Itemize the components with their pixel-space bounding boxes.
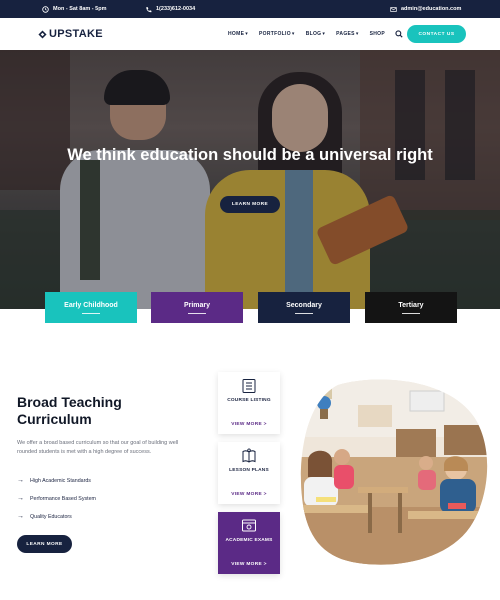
hero-learn-more-button[interactable]: LEARN MORE	[220, 196, 280, 213]
feature-item: → Performance Based System	[17, 495, 96, 502]
feature-item: → Quality Educators	[17, 513, 72, 520]
phone-text[interactable]: 1(233)612-0034	[156, 6, 195, 12]
nav-item-blog[interactable]: BLOG ▾	[306, 31, 325, 37]
chevron-down-icon: ▾	[322, 31, 326, 37]
main-nav: HOME ▾ PORTFOLIO ▾ BLOG ▾ PAGES ▾ SHOP	[228, 18, 385, 50]
section-title: Broad Teaching Curriculum	[17, 394, 122, 427]
list-icon	[242, 379, 256, 393]
arrow-right-icon: →	[17, 477, 24, 484]
hero-banner: We think education should be a universal…	[0, 50, 500, 309]
top-info-bar: Mon - Sat 8am - 5pm 1(233)612-0034 admin…	[0, 0, 500, 18]
category-secondary[interactable]: Secondary	[258, 292, 350, 323]
arrow-right-icon: →	[17, 495, 24, 502]
nav-item-pages[interactable]: PAGES ▾	[336, 31, 358, 37]
logo-text: UPSTAKE	[49, 28, 103, 40]
phone-icon	[146, 6, 152, 12]
email-info[interactable]: admin@education.com	[390, 0, 461, 18]
clock-icon	[42, 5, 49, 13]
card-course-listing[interactable]: COURSE LISTING VIEW MORE >	[218, 372, 280, 434]
card-label: COURSE LISTING	[227, 398, 271, 403]
hours-info: Mon - Sat 8am - 5pm	[42, 0, 106, 18]
book-icon	[242, 448, 256, 463]
hero-title: We think education should be a universal…	[67, 146, 433, 164]
site-header: UPSTAKE HOME ▾ PORTFOLIO ▾ BLOG ▾ PAGES ▾ SH…	[0, 18, 500, 50]
nav-item-home[interactable]: HOME ▾	[228, 31, 248, 37]
chevron-down-icon: ▾	[291, 31, 295, 37]
card-lesson-plans[interactable]: LESSON PLANS VIEW MORE >	[218, 442, 280, 504]
site-logo[interactable]: UPSTAKE	[38, 28, 103, 40]
envelope-icon	[390, 6, 397, 12]
card-academic-exams[interactable]: ACADEMIC EXAMS VIEW MORE >	[218, 512, 280, 574]
category-tertiary[interactable]: Tertiary	[365, 292, 457, 323]
category-primary[interactable]: Primary	[151, 292, 243, 323]
nav-item-portfolio[interactable]: PORTFOLIO ▾	[259, 31, 295, 37]
email-text[interactable]: admin@education.com	[401, 6, 461, 12]
view-more-link[interactable]: VIEW MORE >	[231, 562, 266, 567]
phone-info[interactable]: 1(233)612-0034	[145, 0, 195, 18]
contact-us-button[interactable]: CONTACT US	[407, 25, 466, 43]
category-early-childhood[interactable]: Early Childhood	[45, 292, 137, 323]
hours-text: Mon - Sat 8am - 5pm	[53, 6, 107, 12]
card-label: LESSON PLANS	[229, 468, 269, 473]
view-more-link[interactable]: VIEW MORE >	[231, 422, 266, 427]
view-more-link[interactable]: VIEW MORE >	[231, 492, 266, 497]
card-label: ACADEMIC EXAMS	[225, 538, 273, 543]
nav-item-shop[interactable]: SHOP	[370, 31, 385, 37]
classroom-photo	[300, 379, 488, 565]
arrow-right-icon: →	[17, 513, 24, 520]
logo-mark-icon	[38, 29, 47, 39]
chevron-down-icon: ▾	[245, 31, 249, 37]
feature-item: → High Academic Standards	[17, 477, 91, 484]
search-icon[interactable]	[395, 30, 403, 38]
chevron-down-icon: ▾	[355, 31, 359, 37]
browser-icon	[242, 519, 256, 532]
section-learn-more-button[interactable]: LEARN MORE	[17, 535, 72, 553]
section-description: We offer a broad based curriculum so tha…	[17, 440, 179, 455]
